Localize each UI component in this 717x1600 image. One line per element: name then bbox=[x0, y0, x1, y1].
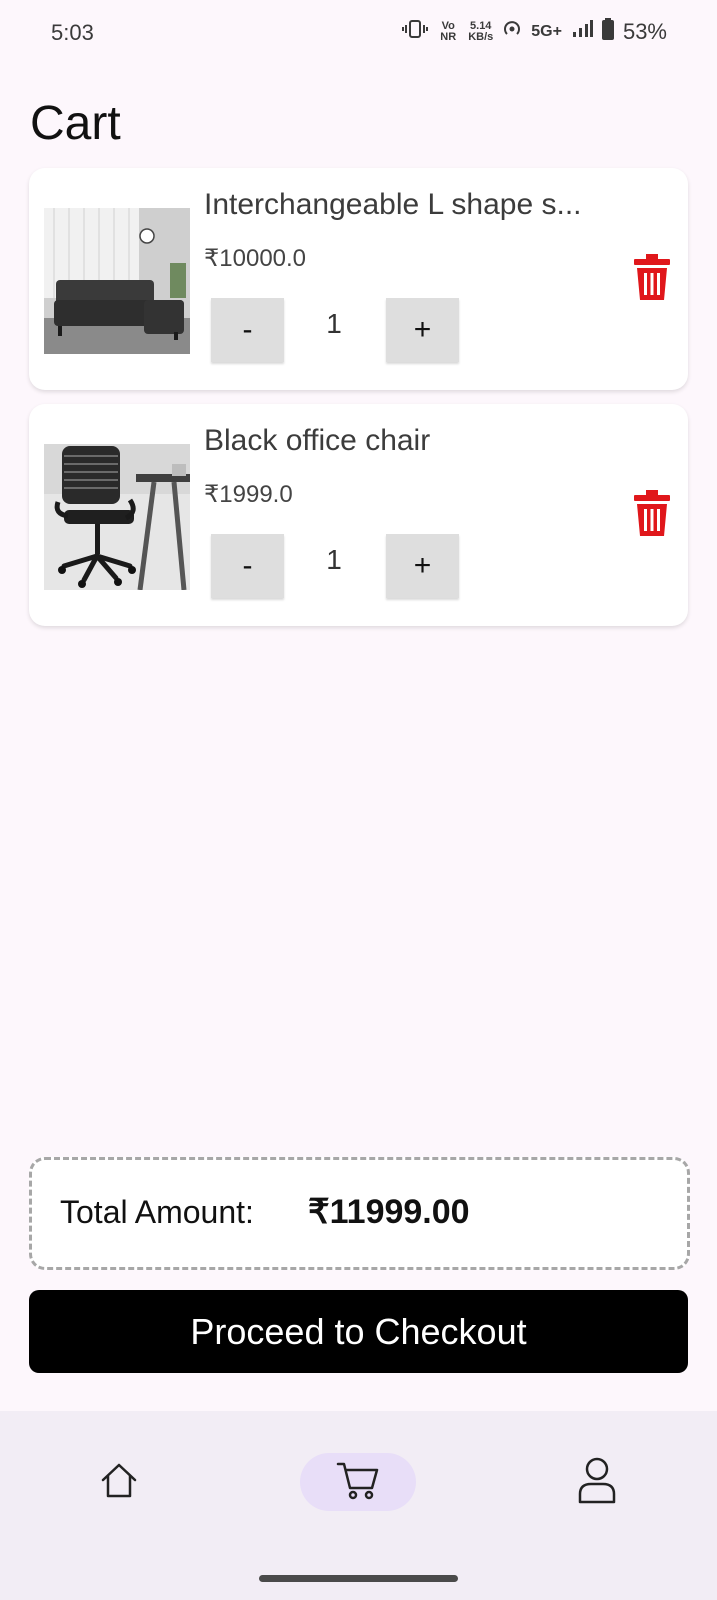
quantity-value: 1 bbox=[326, 308, 342, 339]
hotspot-icon bbox=[502, 19, 522, 44]
status-time: 5:03 bbox=[51, 20, 94, 45]
product-price: ₹1999.0 bbox=[204, 481, 293, 508]
nav-profile[interactable] bbox=[539, 1453, 655, 1511]
product-price: ₹10000.0 bbox=[204, 245, 307, 272]
decrease-quantity-button[interactable]: - bbox=[211, 298, 284, 362]
cart-item: Interchangeable L shape s... ₹10000.0 - … bbox=[29, 168, 688, 390]
network-speed: 5.14 KB/s bbox=[468, 20, 494, 43]
increase-quantity-button[interactable]: + bbox=[386, 534, 459, 598]
status-icons: Vo NR 5.14 KB/s 5G+ 53% bbox=[402, 18, 667, 45]
product-name: Black office chair bbox=[204, 424, 431, 457]
speed-unit: KB/s bbox=[468, 30, 494, 43]
cart-item: Black office chair ₹1999.0 - 1 + bbox=[29, 404, 688, 626]
cart-icon bbox=[336, 1458, 380, 1507]
vibrate-icon bbox=[402, 19, 429, 44]
total-value: ₹11999.00 bbox=[308, 1193, 470, 1231]
quantity-value: 1 bbox=[326, 544, 342, 575]
delete-icon[interactable] bbox=[634, 254, 670, 300]
gesture-bar bbox=[259, 1575, 458, 1582]
battery-icon bbox=[601, 18, 614, 45]
total-label: Total Amount: bbox=[60, 1194, 254, 1230]
signal-icon bbox=[571, 19, 593, 44]
cart-list: Interchangeable L shape s... ₹10000.0 - … bbox=[29, 168, 688, 640]
product-name: Interchangeable L shape s... bbox=[204, 188, 582, 221]
nav-home[interactable] bbox=[61, 1453, 177, 1511]
bottom-navigation bbox=[0, 1411, 717, 1600]
nav-cart[interactable] bbox=[300, 1453, 416, 1511]
decrease-quantity-button[interactable]: - bbox=[211, 534, 284, 598]
checkout-button[interactable]: Proceed to Checkout bbox=[29, 1290, 688, 1373]
increase-quantity-button[interactable]: + bbox=[386, 298, 459, 362]
home-icon bbox=[99, 1460, 139, 1505]
product-image bbox=[44, 444, 190, 590]
volte-indicator: Vo NR bbox=[440, 19, 457, 43]
page-title: Cart bbox=[30, 97, 121, 150]
status-bar: 5:03 Vo NR 5.14 KB/s 5G+ 53% bbox=[0, 0, 717, 68]
product-image bbox=[44, 208, 190, 354]
delete-icon[interactable] bbox=[634, 490, 670, 536]
network-type: 5G+ bbox=[531, 22, 562, 40]
total-amount-box: Total Amount: ₹11999.00 bbox=[29, 1157, 690, 1270]
battery-percent: 53% bbox=[622, 18, 667, 44]
profile-icon bbox=[577, 1456, 617, 1509]
